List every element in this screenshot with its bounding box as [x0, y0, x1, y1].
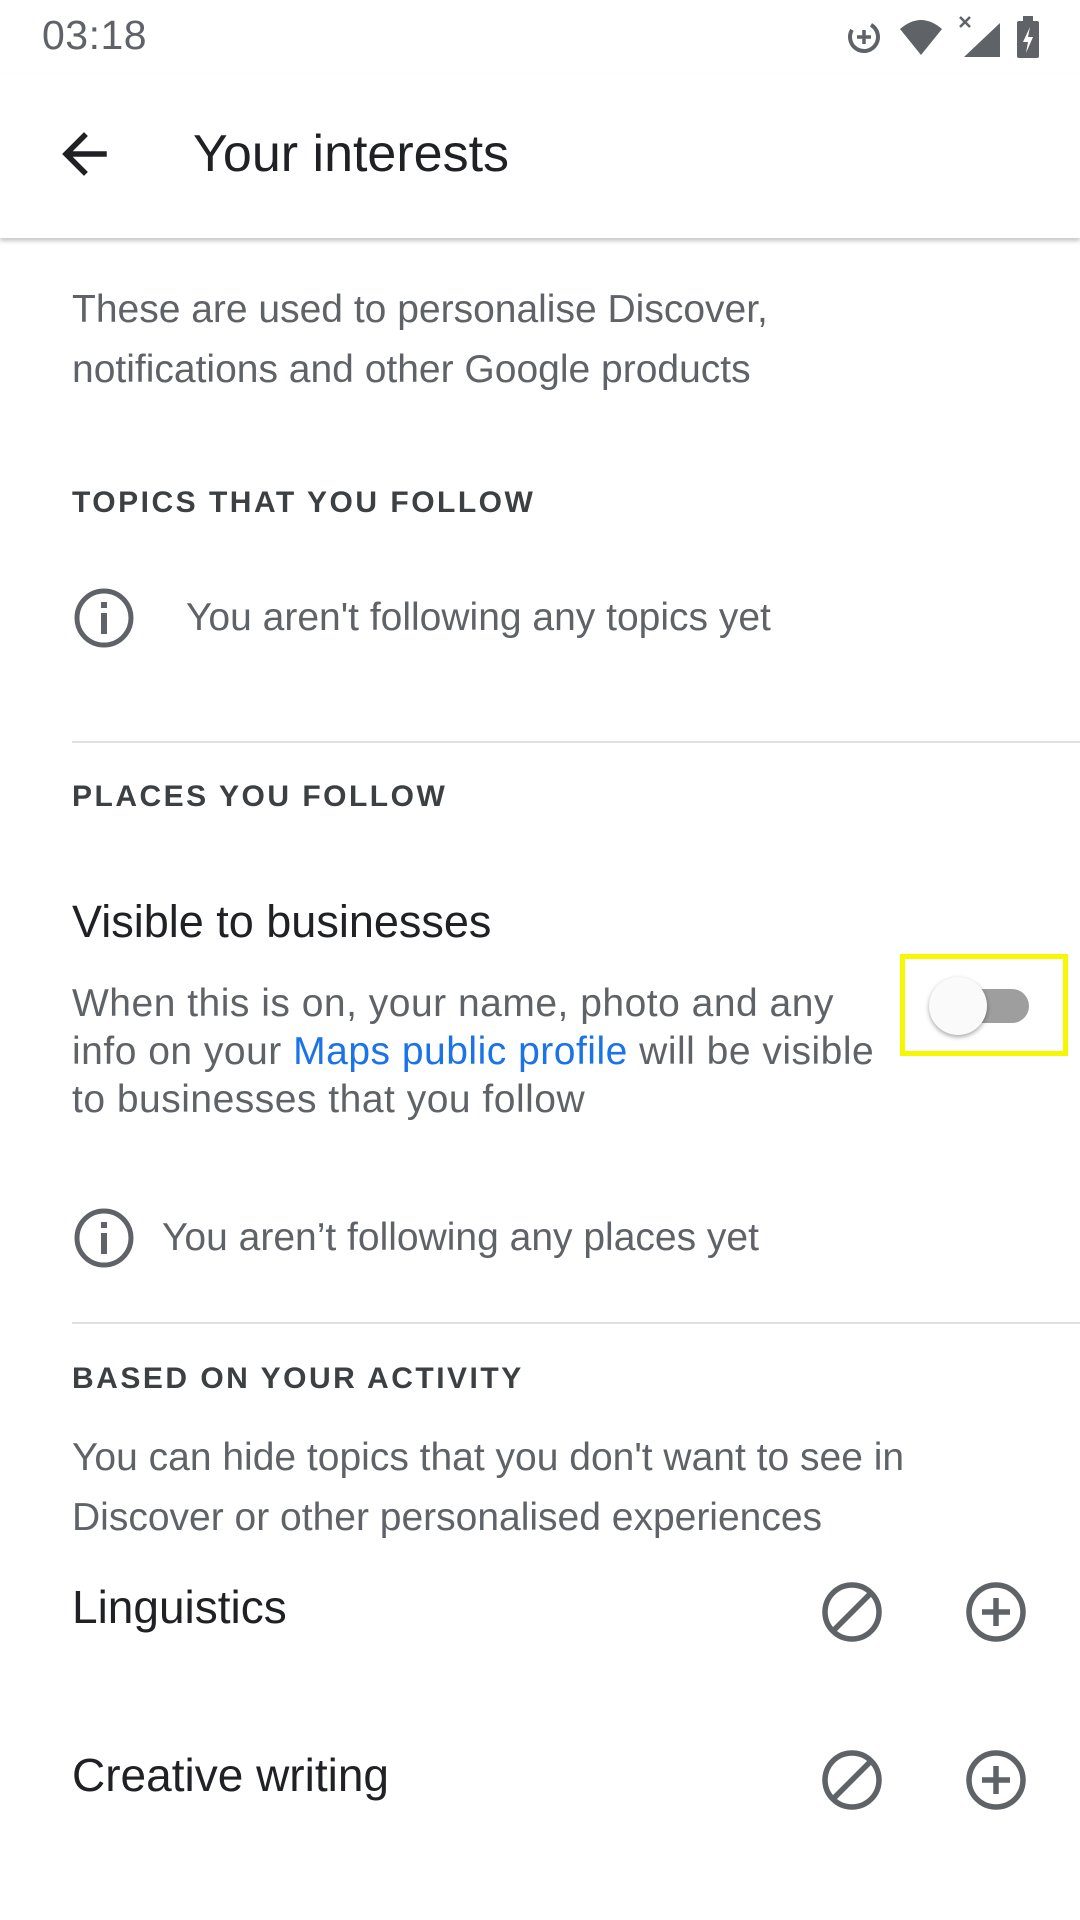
wifi-icon	[898, 17, 944, 57]
topics-section-header: TOPICS THAT YOU FOLLOW	[72, 486, 536, 519]
info-icon	[72, 1206, 136, 1270]
visible-to-businesses-description: When this is on, your name, photo and an…	[72, 980, 902, 1124]
topics-empty-text: You aren't following any topics yet	[186, 596, 771, 639]
divider	[72, 1322, 1080, 1324]
activity-description: You can hide topics that you don't want …	[72, 1436, 905, 1539]
add-circle-icon	[964, 1580, 1028, 1649]
follow-topic-button[interactable]	[954, 1572, 1038, 1656]
status-time: 03:18	[42, 12, 148, 58]
intro-text: These are used to personalise Discover, …	[72, 288, 768, 391]
follow-topic-button[interactable]	[954, 1740, 1038, 1824]
places-empty-row: You aren’t following any places yet	[72, 1206, 759, 1270]
data-saver-icon	[844, 17, 884, 57]
activity-section-header: BASED ON YOUR ACTIVITY	[72, 1362, 524, 1395]
info-icon	[72, 586, 136, 650]
toggle-thumb	[929, 977, 987, 1035]
places-section-header: PLACES YOU FOLLOW	[72, 780, 448, 813]
block-icon	[820, 1580, 884, 1649]
highlight-frame	[900, 954, 1068, 1056]
status-icons	[844, 14, 1040, 60]
page-title: Your interests	[193, 125, 510, 183]
add-circle-icon	[964, 1748, 1028, 1817]
battery-charging-icon	[1016, 15, 1040, 59]
status-bar: 03:18	[0, 0, 1080, 74]
list-item: Linguistics	[0, 1560, 1080, 1680]
hide-topic-button[interactable]	[810, 1572, 894, 1656]
block-icon	[820, 1748, 884, 1817]
topic-label: Creative writing	[72, 1749, 389, 1801]
topics-empty-row: You aren't following any topics yet	[72, 586, 771, 650]
cellular-no-service-icon	[958, 15, 1002, 59]
topic-label: Linguistics	[72, 1581, 287, 1633]
back-button[interactable]	[42, 114, 126, 198]
visible-to-businesses-title: Visible to businesses	[72, 896, 492, 947]
maps-public-profile-link[interactable]: Maps public profile	[293, 1030, 628, 1073]
list-item: Creative writing	[0, 1728, 1080, 1848]
app-bar: Your interests	[0, 74, 1080, 238]
places-empty-text: You aren’t following any places yet	[162, 1216, 759, 1259]
hide-topic-button[interactable]	[810, 1740, 894, 1824]
divider	[72, 741, 1080, 743]
visible-to-businesses-toggle[interactable]	[929, 977, 1037, 1035]
arrow-back-icon	[58, 128, 110, 185]
